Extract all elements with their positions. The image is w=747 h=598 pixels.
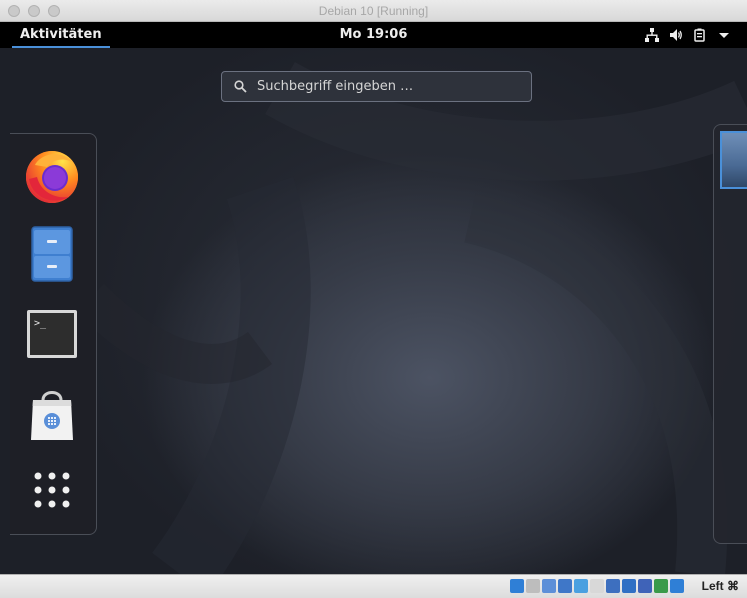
dash-item-terminal[interactable]: >_ xyxy=(22,304,82,364)
software-icon xyxy=(31,391,73,440)
search-box[interactable] xyxy=(221,71,532,102)
gnome-top-bar: Aktivitäten Mo 19:06 xyxy=(0,22,747,48)
background-swirl xyxy=(75,61,747,574)
files-icon xyxy=(31,226,73,282)
svg-text:>_: >_ xyxy=(34,318,47,329)
dash-item-software[interactable] xyxy=(22,384,82,444)
dash: >_ xyxy=(10,133,97,535)
vm-device-icon[interactable] xyxy=(622,579,636,593)
battery-icon xyxy=(694,28,705,42)
volume-icon xyxy=(670,29,682,41)
vm-device-icon[interactable] xyxy=(606,579,620,593)
dash-item-show-applications[interactable] xyxy=(22,460,82,520)
clock[interactable]: Mo 19:06 xyxy=(340,27,408,42)
zoom-window-button[interactable] xyxy=(48,5,60,17)
vm-device-icon[interactable] xyxy=(558,579,572,593)
vm-device-icon[interactable] xyxy=(574,579,588,593)
dash-item-firefox[interactable] xyxy=(22,146,82,206)
vm-device-icon[interactable] xyxy=(654,579,668,593)
show-applications-icon xyxy=(34,472,70,508)
system-tray[interactable] xyxy=(645,28,731,42)
window-title: Debian 10 [Running] xyxy=(318,3,429,18)
search-icon xyxy=(234,80,247,93)
minimize-window-button[interactable] xyxy=(28,5,40,17)
dash-item-files[interactable] xyxy=(22,224,82,284)
host-key-indicator[interactable]: Left ⌘ xyxy=(702,579,739,593)
menu-arrow-icon xyxy=(719,33,729,38)
vm-device-icon[interactable] xyxy=(638,579,652,593)
vm-device-icon[interactable] xyxy=(510,579,524,593)
vm-device-icon[interactable] xyxy=(590,579,604,593)
desktop-overview: >_ xyxy=(0,48,747,574)
terminal-icon: >_ xyxy=(27,310,77,358)
vm-status-icons xyxy=(510,579,684,593)
window-titlebar: Debian 10 [Running] xyxy=(0,0,747,22)
workspace-thumbnail[interactable] xyxy=(720,131,747,189)
workspace-switcher xyxy=(713,124,747,544)
search-input[interactable] xyxy=(257,79,517,94)
vm-device-icon[interactable] xyxy=(526,579,540,593)
window-controls xyxy=(8,5,60,17)
vm-device-icon[interactable] xyxy=(670,579,684,593)
activities-button[interactable]: Aktivitäten xyxy=(12,22,110,48)
vm-device-icon[interactable] xyxy=(542,579,556,593)
firefox-icon xyxy=(26,151,78,203)
network-icon xyxy=(645,28,659,42)
close-window-button[interactable] xyxy=(8,5,20,17)
vm-status-bar: Left ⌘ xyxy=(0,574,747,598)
